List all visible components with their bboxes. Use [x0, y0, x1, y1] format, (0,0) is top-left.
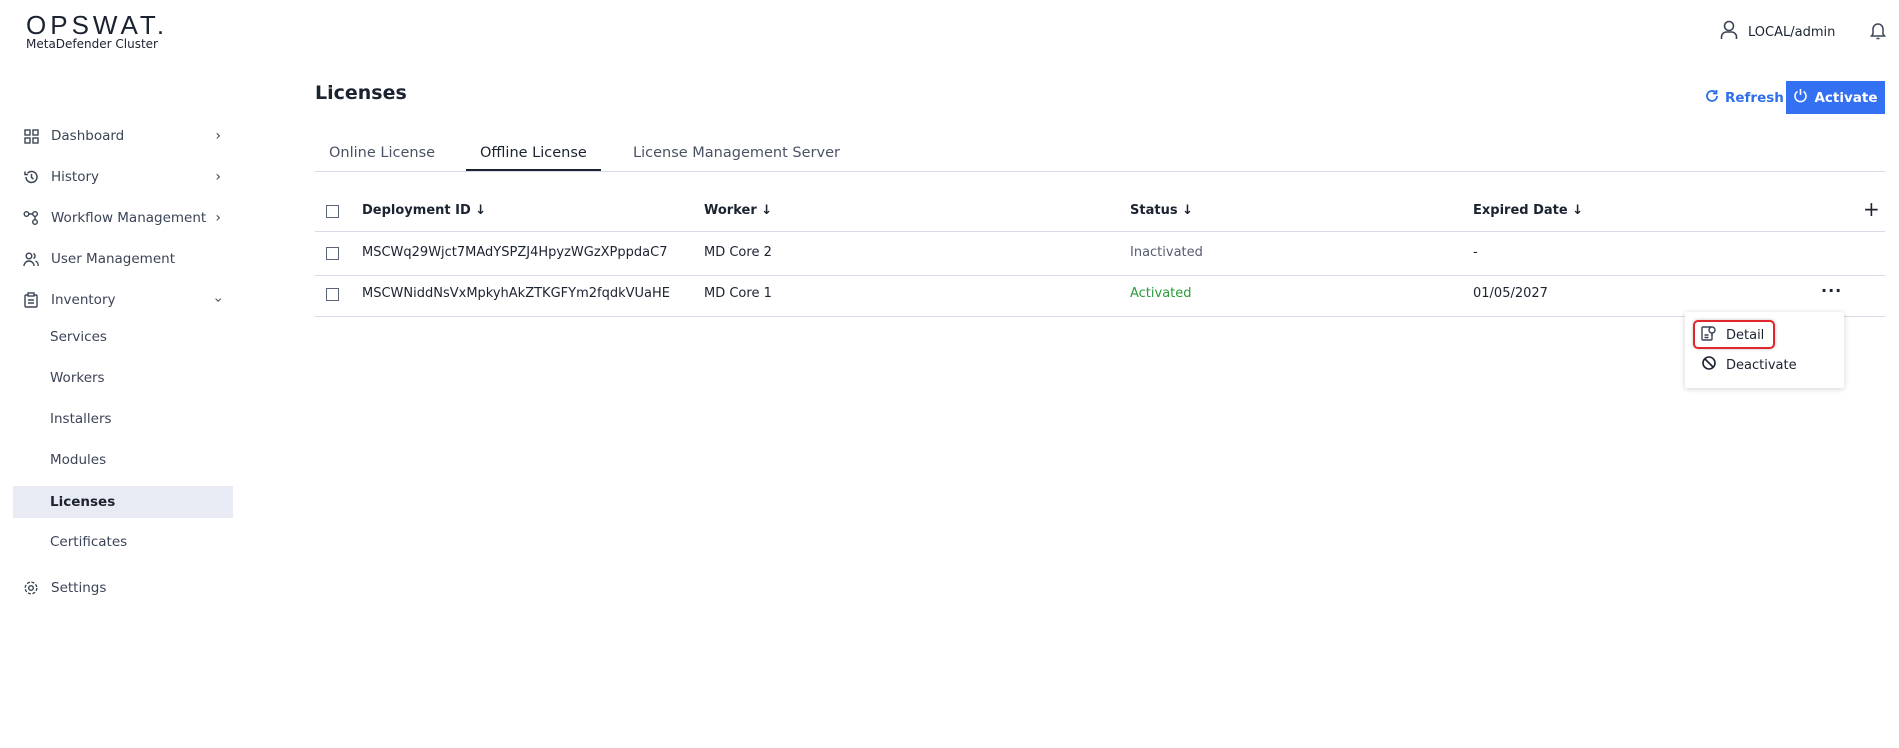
sidebar-item-dashboard[interactable]: Dashboard ›	[13, 120, 233, 152]
column-expired-date[interactable]: Expired Date ↓	[1473, 203, 1583, 218]
row-checkbox[interactable]	[326, 288, 339, 301]
sort-arrow-icon: ↓	[475, 203, 487, 218]
tab-online-license[interactable]: Online License	[315, 145, 449, 172]
sidebar-item-label: Licenses	[50, 494, 116, 510]
sidebar-item-certificates[interactable]: Certificates	[13, 526, 233, 558]
chevron-right-icon: ›	[215, 128, 221, 144]
refresh-icon	[1705, 89, 1719, 107]
sidebar-item-modules[interactable]: Modules	[13, 444, 233, 476]
sort-arrow-icon: ↓	[761, 203, 773, 218]
sidebar-item-workflow-management[interactable]: Workflow Management ›	[13, 202, 233, 234]
sidebar-item-label: Workflow Management	[51, 210, 207, 226]
sidebar-item-licenses[interactable]: Licenses	[13, 486, 233, 518]
sidebar-item-installers[interactable]: Installers	[13, 403, 233, 435]
expired-date: -	[1473, 245, 1478, 260]
sidebar-item-label: History	[51, 169, 100, 185]
expired-date: 01/05/2027	[1473, 286, 1548, 301]
status-badge: Inactivated	[1130, 245, 1203, 260]
sidebar-item-label: Certificates	[50, 534, 128, 550]
deployment-id: MSCWq29Wjct7MAdYSPZJ4HpyzWGzXPppdaC7	[362, 245, 668, 260]
column-label: Status	[1130, 203, 1178, 218]
page-title: Licenses	[315, 82, 407, 104]
users-icon	[23, 251, 39, 267]
column-label: Worker	[704, 203, 757, 218]
sort-arrow-icon: ↓	[1182, 203, 1193, 218]
sidebar-item-label: Modules	[50, 452, 107, 468]
chevron-right-icon: ›	[215, 169, 221, 185]
row-divider	[315, 316, 1885, 317]
sidebar-item-settings[interactable]: Settings	[13, 572, 233, 604]
menu-item-label: Deactivate	[1726, 357, 1797, 373]
refresh-label: Refresh	[1725, 89, 1784, 106]
product-name: MetaDefender Cluster	[26, 37, 158, 51]
worker: MD Core 2	[704, 245, 772, 260]
menu-item-deactivate[interactable]: Deactivate	[1701, 355, 1797, 375]
sidebar-item-inventory[interactable]: Inventory ›	[13, 284, 233, 316]
worker: MD Core 1	[704, 286, 772, 301]
tab-offline-license[interactable]: Offline License	[466, 145, 601, 172]
column-label: Deployment ID	[362, 203, 471, 218]
column-deployment-id[interactable]: Deployment ID ↓	[362, 203, 486, 218]
column-status[interactable]: Status ↓	[1130, 203, 1193, 218]
row-checkbox[interactable]	[326, 247, 339, 260]
sidebar-item-history[interactable]: History ›	[13, 161, 233, 193]
sidebar-item-user-management[interactable]: User Management	[13, 243, 233, 275]
row-divider	[315, 275, 1885, 276]
sidebar-item-workers[interactable]: Workers	[13, 362, 233, 394]
column-worker[interactable]: Worker ↓	[704, 203, 772, 218]
gear-icon	[23, 580, 39, 596]
user-menu[interactable]: LOCAL/admin	[1720, 20, 1835, 44]
status-badge: Activated	[1130, 286, 1192, 301]
clipboard-icon	[23, 292, 39, 308]
history-icon	[23, 169, 39, 185]
dashboard-icon	[23, 128, 39, 144]
activate-button[interactable]: Activate	[1786, 81, 1885, 114]
more-actions-icon[interactable]: ···	[1821, 281, 1842, 300]
column-label: Expired Date	[1473, 203, 1568, 218]
detail-highlight	[1693, 320, 1775, 349]
chevron-down-icon: ›	[210, 297, 227, 303]
workflow-icon	[23, 210, 39, 226]
tab-license-management-server[interactable]: License Management Server	[619, 145, 854, 172]
power-icon	[1793, 88, 1808, 107]
select-all-checkbox[interactable]	[326, 205, 339, 218]
sidebar-item-label: Inventory	[51, 292, 116, 308]
sidebar-item-label: Services	[50, 329, 107, 345]
refresh-button[interactable]: Refresh	[1705, 81, 1784, 114]
chevron-right-icon: ›	[215, 210, 221, 226]
sidebar-item-label: Settings	[51, 580, 107, 596]
add-column-icon[interactable]: +	[1863, 197, 1880, 221]
sidebar-item-label: Installers	[50, 411, 112, 427]
activate-label: Activate	[1814, 89, 1878, 106]
sort-arrow-icon: ↓	[1572, 203, 1584, 218]
tab-divider	[315, 171, 1885, 172]
user-icon	[1720, 20, 1738, 44]
bell-icon[interactable]	[1870, 21, 1886, 44]
user-name: LOCAL/admin	[1748, 24, 1836, 40]
deployment-id: MSCWNiddNsVxMpkyhAkZTKGFYm2fqdkVUaHE	[362, 286, 670, 301]
sidebar-item-label: Dashboard	[51, 128, 125, 144]
sidebar-item-label: Workers	[50, 370, 105, 386]
sidebar-item-label: User Management	[51, 251, 175, 267]
sidebar-item-services[interactable]: Services	[13, 321, 233, 353]
deactivate-icon	[1701, 355, 1717, 375]
header-divider	[315, 231, 1885, 232]
